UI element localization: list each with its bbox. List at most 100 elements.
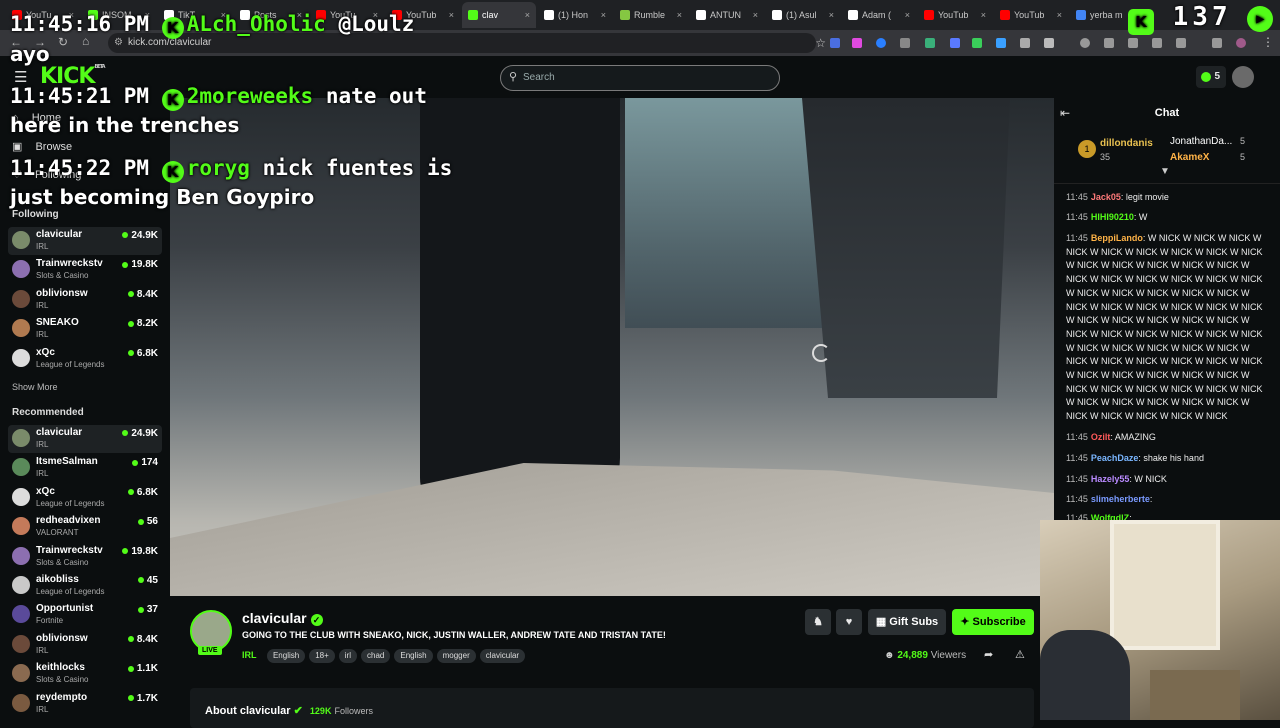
notification-bell-button[interactable]: ♞ bbox=[805, 609, 831, 635]
expand-gifters-icon[interactable]: ▼ bbox=[1160, 166, 1170, 177]
tab-close-icon[interactable]: × bbox=[905, 10, 910, 20]
sidebar-channel-following[interactable]: SNEAKO IRL 8.2K bbox=[8, 315, 162, 343]
viewer-count-text: 1.7K bbox=[136, 692, 158, 704]
browser-tab[interactable]: YouTub × bbox=[994, 2, 1068, 28]
channel-name[interactable]: clavicular ✓ bbox=[242, 610, 323, 626]
overlay-text: nate out bbox=[325, 84, 427, 108]
browser-tab[interactable]: YouTub × bbox=[918, 2, 992, 28]
extension-icon[interactable] bbox=[876, 38, 886, 48]
sidebar-channel-recommended[interactable]: ItsmeSalman IRL 174 bbox=[8, 454, 162, 482]
extension-icon[interactable] bbox=[852, 38, 862, 48]
stream-tag[interactable]: irl bbox=[338, 649, 357, 663]
tab-close-icon[interactable]: × bbox=[677, 10, 682, 20]
extension-icon[interactable] bbox=[830, 38, 840, 48]
chat-message: 11:45 PeachDaze: shake his hand bbox=[1066, 452, 1272, 466]
gift-subs-button[interactable]: ▦ Gift Subs bbox=[868, 609, 946, 635]
browser-tab[interactable]: Adam (× bbox=[842, 2, 916, 28]
browser-tab[interactable]: (1) Hon × bbox=[538, 2, 612, 28]
show-more-link[interactable]: Show More bbox=[12, 382, 58, 392]
gift-subs-label: Gift Subs bbox=[889, 616, 939, 628]
menu-kebab-icon[interactable]: ⋮ bbox=[1262, 35, 1274, 49]
subscribe-button[interactable]: ✦ Subscribe bbox=[952, 609, 1034, 635]
viewer-count-text: 6.8K bbox=[136, 486, 158, 498]
tab-close-icon[interactable]: × bbox=[829, 10, 834, 20]
extension-icon[interactable] bbox=[1104, 38, 1114, 48]
live-dot-icon bbox=[122, 430, 129, 437]
profile-avatar-icon[interactable] bbox=[1236, 38, 1246, 48]
share-icon[interactable]: ➦ bbox=[984, 648, 993, 661]
user-avatar[interactable] bbox=[1232, 66, 1254, 88]
tab-close-icon[interactable]: × bbox=[449, 10, 454, 20]
tab-close-icon[interactable]: × bbox=[525, 10, 530, 20]
chat-username[interactable]: slimeherberte bbox=[1091, 494, 1150, 504]
stream-tag[interactable]: 18+ bbox=[309, 649, 335, 663]
tab-close-icon[interactable]: × bbox=[601, 10, 606, 20]
gifter-rank-badge: 1 bbox=[1078, 140, 1096, 158]
overlay-time: 11:45:16 PM bbox=[10, 12, 150, 36]
tab-close-icon[interactable]: × bbox=[981, 10, 986, 20]
stream-tag[interactable]: mogger bbox=[436, 649, 476, 663]
puzzle-icon[interactable] bbox=[1044, 38, 1054, 48]
channel-viewers: 6.8K bbox=[127, 348, 158, 359]
tag-row: IRL English 18+ irl chad English mogger clavic… bbox=[242, 645, 529, 663]
chat-username[interactable]: HIHI90210 bbox=[1091, 212, 1134, 222]
sidebar-channel-recommended[interactable]: aikobliss League of Legends 45 bbox=[8, 572, 162, 600]
sidebar-channel-following[interactable]: clavicular IRL 24.9K bbox=[8, 227, 162, 255]
sidebar-channel-recommended[interactable]: Trainwreckstv Slots & Casino 19.8K bbox=[8, 543, 162, 571]
browser-tab[interactable]: (1) Asul × bbox=[766, 2, 840, 28]
sidebar-channel-recommended[interactable]: reydempto IRL 1.7K bbox=[8, 690, 162, 718]
sidebar-channel-recommended[interactable]: redheadvixen VALORANT 56 bbox=[8, 513, 162, 541]
overlay-text: nick fuentes is bbox=[262, 156, 453, 180]
report-icon[interactable]: ⚠ bbox=[1015, 648, 1025, 661]
extension-icon[interactable] bbox=[950, 38, 960, 48]
channel-avatar bbox=[12, 319, 30, 338]
sidebar-channel-recommended[interactable]: clavicular IRL 24.9K bbox=[8, 425, 162, 453]
category-link[interactable]: IRL bbox=[242, 650, 257, 660]
stream-tag[interactable]: clavicular bbox=[479, 649, 526, 663]
extension-icon[interactable] bbox=[1176, 38, 1186, 48]
history-icon[interactable] bbox=[1080, 38, 1090, 48]
tab-close-icon[interactable]: × bbox=[1057, 10, 1062, 20]
browser-tab[interactable]: clav × bbox=[462, 2, 536, 28]
video-scene-foreground bbox=[170, 463, 1054, 596]
chat-username[interactable]: Jack05 bbox=[1091, 192, 1121, 202]
sidebar-channel-following[interactable]: xQc League of Legends 6.8K bbox=[8, 345, 162, 373]
bookmark-star-icon[interactable]: ☆ bbox=[815, 33, 826, 53]
tab-favicon-icon bbox=[772, 10, 782, 20]
stream-tag[interactable]: English bbox=[266, 649, 306, 663]
sidebar-channel-recommended[interactable]: Opportunist Fortnite 37 bbox=[8, 601, 162, 629]
media-icon[interactable] bbox=[1212, 38, 1222, 48]
extension-icon[interactable] bbox=[996, 38, 1006, 48]
stream-tag[interactable]: chad bbox=[361, 649, 391, 663]
code-icon[interactable] bbox=[1128, 38, 1138, 48]
tab-close-icon[interactable]: × bbox=[753, 10, 758, 20]
nav-browse[interactable]: ▣ Browse bbox=[12, 140, 72, 153]
gifter-name: JonathanDa... bbox=[1170, 136, 1233, 147]
extension-icon[interactable] bbox=[1020, 38, 1030, 48]
search-input[interactable]: Search bbox=[500, 65, 780, 91]
sidebar-channel-following[interactable]: oblivionsw IRL 8.4K bbox=[8, 286, 162, 314]
channel-viewers: 24.9K bbox=[122, 428, 158, 439]
channel-avatar bbox=[12, 664, 30, 683]
chat-username[interactable]: Hazely55 bbox=[1091, 474, 1130, 484]
browser-tab[interactable]: Rumble × bbox=[614, 2, 688, 28]
chat-username[interactable]: PeachDaze bbox=[1091, 453, 1139, 463]
follow-heart-button[interactable]: ♥ bbox=[836, 609, 862, 635]
sidebar-channel-following[interactable]: Trainwreckstv Slots & Casino 19.8K bbox=[8, 256, 162, 284]
extension-icon[interactable] bbox=[972, 38, 982, 48]
stream-title: GOING TO THE CLUB WITH SNEAKO, NICK, JUS… bbox=[242, 630, 666, 640]
stream-tag[interactable]: English bbox=[394, 649, 433, 663]
extension-icon[interactable] bbox=[900, 38, 910, 48]
webcam-inset bbox=[1040, 520, 1280, 720]
channel-viewers: 56 bbox=[137, 516, 158, 527]
browser-tab[interactable]: ANTUN × bbox=[690, 2, 764, 28]
channel-category: IRL bbox=[36, 469, 49, 479]
chat-username[interactable]: Ozilt bbox=[1091, 432, 1111, 442]
kick-points-badge[interactable]: 5 bbox=[1196, 66, 1226, 88]
extension-icon[interactable] bbox=[925, 38, 935, 48]
sidebar-channel-recommended[interactable]: oblivionsw IRL 8.4K bbox=[8, 631, 162, 659]
sidebar-channel-recommended[interactable]: xQc League of Legends 6.8K bbox=[8, 484, 162, 512]
sidebar-icon[interactable] bbox=[1152, 38, 1162, 48]
chat-username[interactable]: BeppiLando bbox=[1091, 233, 1143, 243]
sidebar-channel-recommended[interactable]: keithlocks Slots & Casino 1.1K bbox=[8, 660, 162, 688]
